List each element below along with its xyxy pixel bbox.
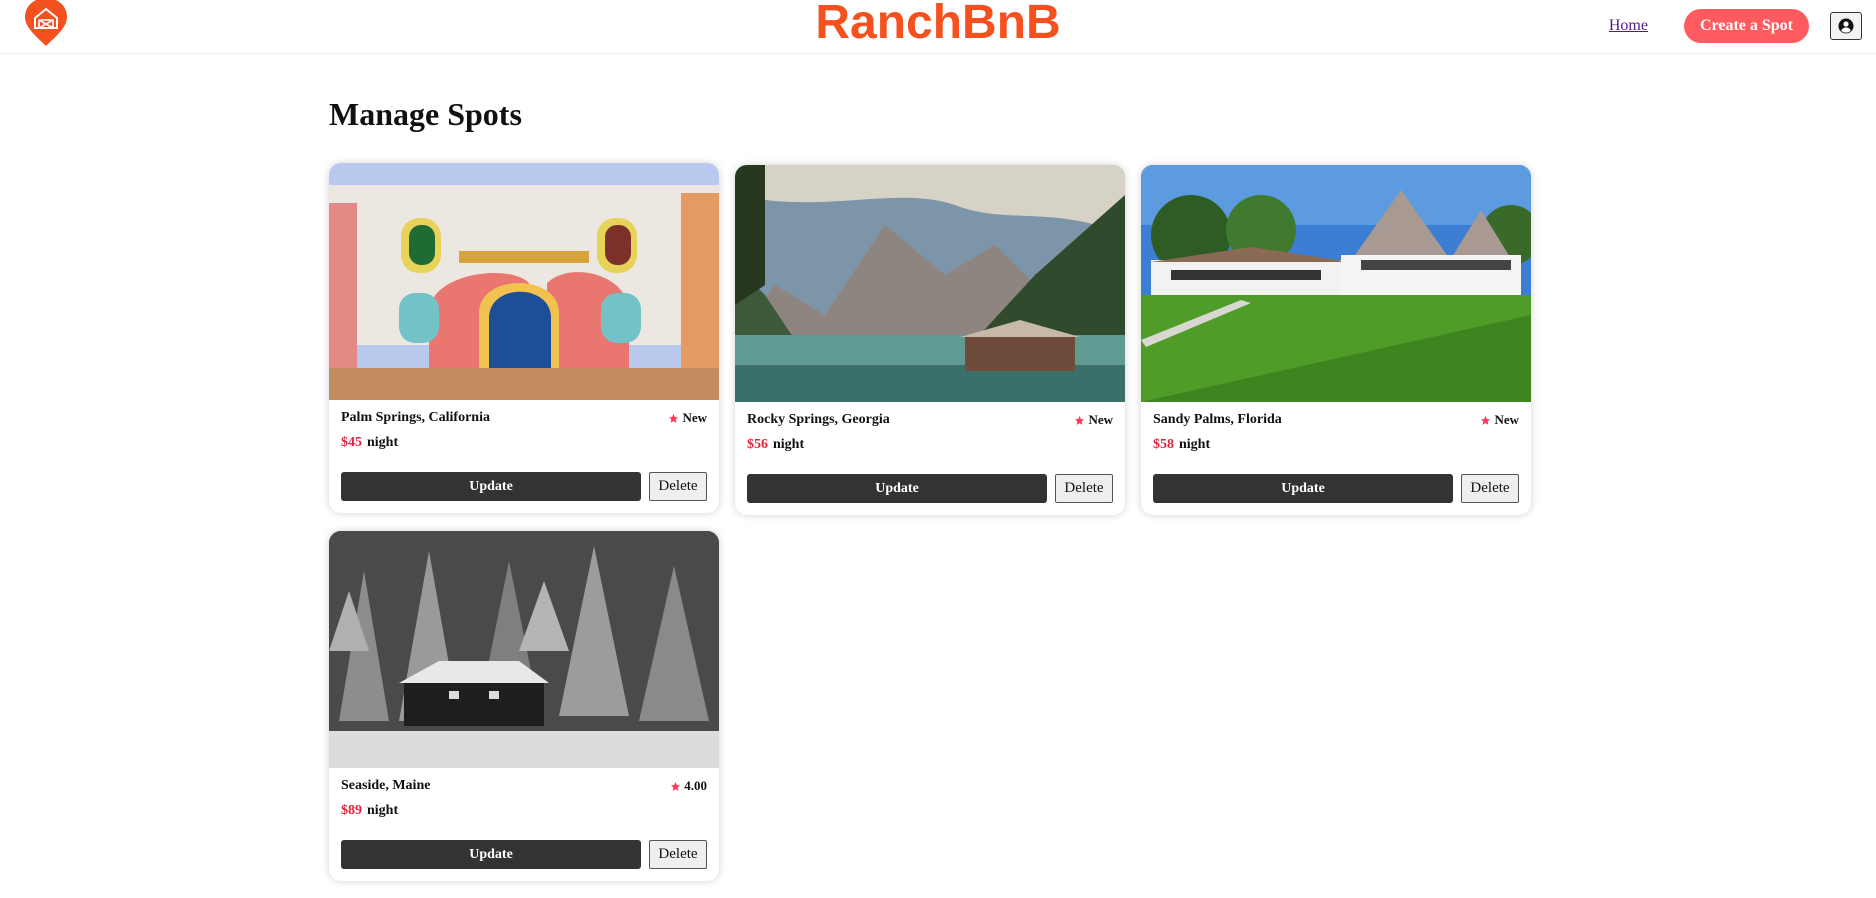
profile-menu-button[interactable] bbox=[1830, 12, 1862, 40]
home-link[interactable]: Home bbox=[1609, 17, 1648, 35]
update-button[interactable]: Update bbox=[341, 472, 641, 501]
spot-price: $45 bbox=[341, 435, 362, 450]
update-button[interactable]: Update bbox=[341, 840, 641, 869]
user-circle-icon bbox=[1838, 18, 1854, 34]
spot-card[interactable]: Palm Springs, California New $45 night Up… bbox=[329, 163, 719, 513]
delete-button[interactable]: Delete bbox=[1055, 474, 1113, 503]
create-spot-button[interactable]: Create a Spot bbox=[1683, 9, 1809, 43]
spot-price: $89 bbox=[341, 803, 362, 818]
spot-location: Sandy Palms, Florida bbox=[1153, 412, 1282, 427]
delete-button[interactable]: Delete bbox=[649, 472, 707, 501]
price-unit: night bbox=[367, 803, 399, 818]
nav-links: Home Create a Spot bbox=[1609, 8, 1862, 44]
spot-price-line: $45 night bbox=[341, 435, 398, 451]
spot-rating: New bbox=[668, 410, 707, 426]
rating-value: 4.00 bbox=[684, 778, 707, 793]
spot-image[interactable] bbox=[735, 165, 1125, 402]
delete-button[interactable]: Delete bbox=[1461, 474, 1519, 503]
star-icon bbox=[1075, 415, 1085, 425]
spot-rating: New bbox=[1480, 412, 1519, 428]
spot-image[interactable] bbox=[329, 531, 719, 768]
spot-card[interactable]: Rocky Springs, Georgia New $56 night Upda… bbox=[735, 165, 1125, 515]
price-unit: night bbox=[1179, 437, 1211, 452]
star-icon bbox=[1481, 415, 1491, 425]
spot-rating: 4.00 bbox=[670, 778, 707, 794]
star-icon bbox=[671, 781, 681, 791]
spot-price-line: $89 night bbox=[341, 803, 398, 819]
delete-button[interactable]: Delete bbox=[649, 840, 707, 869]
spot-location: Palm Springs, California bbox=[341, 410, 490, 425]
spot-image[interactable] bbox=[329, 163, 719, 400]
spot-price: $58 bbox=[1153, 437, 1174, 452]
price-unit: night bbox=[367, 435, 399, 450]
rating-value: New bbox=[1088, 412, 1113, 427]
spot-image[interactable] bbox=[1141, 165, 1531, 402]
spot-card[interactable]: Sandy Palms, Florida New $58 night Update… bbox=[1141, 165, 1531, 515]
page-title: Manage Spots bbox=[329, 96, 522, 132]
spot-card[interactable]: Seaside, Maine 4.00 $89 night Update Dele… bbox=[329, 531, 719, 881]
rating-value: New bbox=[1494, 412, 1519, 427]
spot-location: Rocky Springs, Georgia bbox=[747, 412, 890, 427]
update-button[interactable]: Update bbox=[747, 474, 1047, 503]
rating-value: New bbox=[682, 410, 707, 425]
spot-location: Seaside, Maine bbox=[341, 778, 431, 793]
spot-rating: New bbox=[1074, 412, 1113, 428]
star-icon bbox=[669, 413, 679, 423]
brand-title[interactable]: RanchBnB bbox=[0, 0, 1876, 47]
spot-price-line: $58 night bbox=[1153, 437, 1210, 453]
update-button[interactable]: Update bbox=[1153, 474, 1453, 503]
spot-price-line: $56 night bbox=[747, 437, 804, 453]
spot-price: $56 bbox=[747, 437, 768, 452]
price-unit: night bbox=[773, 437, 805, 452]
top-navigation-bar: RanchBnB Home Create a Spot bbox=[0, 0, 1876, 54]
